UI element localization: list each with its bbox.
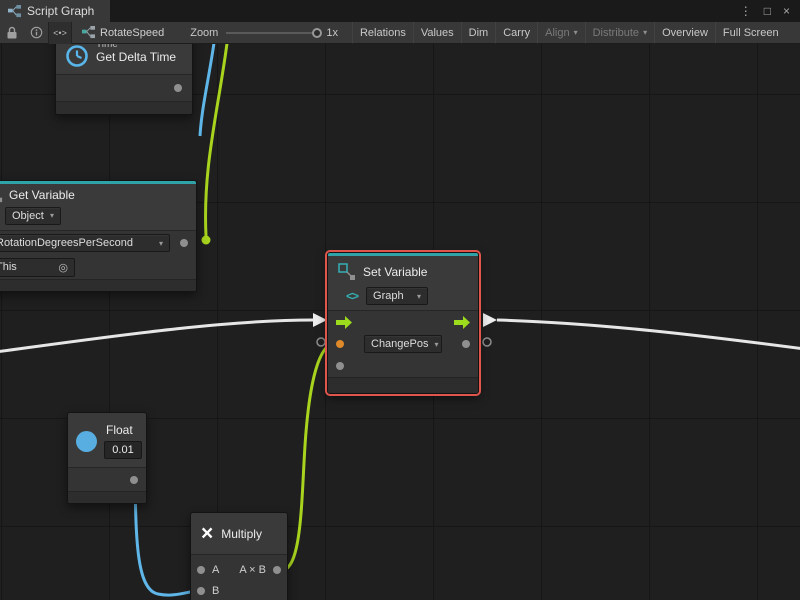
- float-type-icon: [76, 431, 97, 452]
- wire-flow-out[interactable]: [497, 320, 800, 350]
- lock-icon[interactable]: [0, 22, 24, 44]
- graph-toolbar: <•> RotateSpeed Zoom 1x Relations Values: [0, 22, 800, 44]
- node-get-delta-time[interactable]: Time Get Delta Time: [55, 44, 193, 115]
- fallback-input-port[interactable]: [336, 362, 344, 370]
- input-a-port[interactable]: [197, 566, 205, 574]
- chevron-down-icon: ▾: [643, 28, 647, 37]
- chevron-down-icon: ▾: [574, 28, 578, 37]
- output-port[interactable]: [273, 566, 281, 574]
- value-input-port[interactable]: [336, 340, 344, 348]
- node-footer: [56, 101, 192, 114]
- variable-name-dropdown[interactable]: RotationDegreesPerSecond ▾: [0, 234, 170, 252]
- zoom-label: Zoom: [190, 27, 218, 39]
- input-b-label: B: [212, 585, 219, 597]
- flow-arrowhead-in: [313, 313, 327, 327]
- node-header: Time Get Delta Time: [56, 44, 192, 74]
- tab-title: Script Graph: [27, 4, 94, 18]
- wire-green-top[interactable]: [206, 44, 232, 236]
- relations-button[interactable]: Relations: [352, 22, 413, 44]
- graph-canvas[interactable]: Time Get Delta Time Get Variable: [0, 44, 800, 600]
- node-ports: [56, 74, 192, 101]
- multiply-icon: ×: [201, 523, 213, 544]
- input-b-port[interactable]: [197, 587, 205, 595]
- wire-green-endpoint[interactable]: [202, 236, 211, 245]
- node-get-variable[interactable]: Get Variable Object ▾ RotationDegreesPer…: [0, 180, 197, 292]
- distribute-button[interactable]: Distribute ▾: [585, 22, 654, 44]
- zoom-control: Zoom 1x: [190, 27, 338, 39]
- node-title: Get Variable: [9, 188, 75, 202]
- node-header: Float 0.01: [68, 413, 146, 467]
- flow-arrowhead-out: [483, 313, 497, 327]
- zoom-slider[interactable]: [226, 32, 318, 34]
- node-ports: ChangePos ▾: [328, 310, 478, 377]
- target-object-field[interactable]: This ◎: [0, 258, 75, 277]
- node-footer: [328, 377, 478, 393]
- node-float-literal[interactable]: Float 0.01: [67, 412, 147, 504]
- node-set-variable[interactable]: Set Variable <> Graph ▾: [327, 252, 479, 394]
- graph-inspector-toggle-icon[interactable]: <•>: [48, 22, 72, 44]
- flow-input-port[interactable]: [336, 316, 352, 329]
- clock-icon: [65, 44, 89, 68]
- node-header: Get Variable: [0, 184, 196, 205]
- align-button[interactable]: Align ▾: [537, 22, 584, 44]
- chevron-down-icon: ▾: [417, 292, 421, 301]
- node-title: Set Variable: [363, 265, 427, 279]
- graph-variable-icon: <>: [346, 289, 358, 303]
- maximize-icon[interactable]: □: [764, 0, 771, 22]
- wire-blue-top[interactable]: [200, 44, 219, 136]
- tab-bar: Script Graph ⋮ □ ×: [0, 0, 800, 22]
- toolbar-buttons: Relations Values Dim Carry Align ▾ Distr…: [352, 22, 786, 44]
- dim-button[interactable]: Dim: [461, 22, 496, 44]
- value-output-port[interactable]: [174, 84, 182, 92]
- script-graph-asset-icon: [82, 26, 95, 39]
- flow-output-port[interactable]: [454, 316, 470, 329]
- graph-name: RotateSpeed: [82, 26, 164, 39]
- value-output-port[interactable]: [130, 476, 138, 484]
- variable-kind-row: <> Graph ▾: [328, 284, 478, 310]
- zoom-value: 1x: [326, 27, 338, 39]
- chevron-down-icon: ▾: [50, 211, 54, 220]
- variable-name-dropdown[interactable]: ChangePos ▾: [364, 335, 442, 353]
- node-header: Set Variable: [328, 256, 478, 284]
- fullscreen-button[interactable]: Full Screen: [715, 22, 786, 44]
- window-menu-icon[interactable]: ⋮: [740, 0, 752, 22]
- node-footer: [68, 491, 146, 503]
- unity-script-graph-window: Script Graph ⋮ □ × <•>: [0, 0, 800, 600]
- output-label: A × B: [239, 564, 266, 576]
- node-title: Get Delta Time: [96, 50, 176, 64]
- node-header: × Multiply: [191, 513, 287, 554]
- input-a-label: A: [212, 564, 219, 576]
- value-output-port[interactable]: [180, 239, 188, 247]
- float-value-field[interactable]: 0.01: [104, 441, 142, 459]
- node-footer: [0, 279, 196, 291]
- outer-port-ring-left[interactable]: [317, 338, 325, 346]
- chevron-down-icon: ▾: [435, 340, 439, 349]
- variable-kind-dropdown[interactable]: Object ▾: [5, 207, 61, 225]
- chevron-down-icon: ▾: [159, 239, 163, 248]
- variable-kind-row: Object ▾: [0, 205, 196, 230]
- node-multiply[interactable]: × Multiply A A × B B: [190, 512, 288, 600]
- carry-button[interactable]: Carry: [495, 22, 537, 44]
- close-icon[interactable]: ×: [783, 0, 790, 22]
- variable-icon: [338, 263, 356, 281]
- wire-flow-in[interactable]: [0, 320, 313, 353]
- node-ports: [68, 467, 146, 491]
- node-ports: A A × B B: [191, 554, 287, 600]
- info-icon[interactable]: [24, 22, 48, 44]
- tab-script-graph[interactable]: Script Graph: [0, 0, 110, 22]
- window-controls: ⋮ □ ×: [740, 0, 800, 22]
- outer-port-ring-right[interactable]: [483, 338, 491, 346]
- zoom-slider-handle[interactable]: [312, 28, 322, 38]
- node-ports: RotationDegreesPerSecond ▾ This ◎: [0, 230, 196, 279]
- script-graph-tab-icon: [8, 5, 21, 18]
- object-picker-icon[interactable]: ◎: [58, 261, 68, 274]
- node-title: Float: [106, 423, 133, 437]
- node-title: Multiply: [221, 527, 262, 541]
- graph-name-label: RotateSpeed: [100, 27, 164, 39]
- overview-button[interactable]: Overview: [654, 22, 715, 44]
- variable-icon: [0, 187, 3, 203]
- variable-kind-dropdown[interactable]: Graph ▾: [366, 287, 428, 305]
- value-output-port[interactable]: [462, 340, 470, 348]
- values-button[interactable]: Values: [413, 22, 461, 44]
